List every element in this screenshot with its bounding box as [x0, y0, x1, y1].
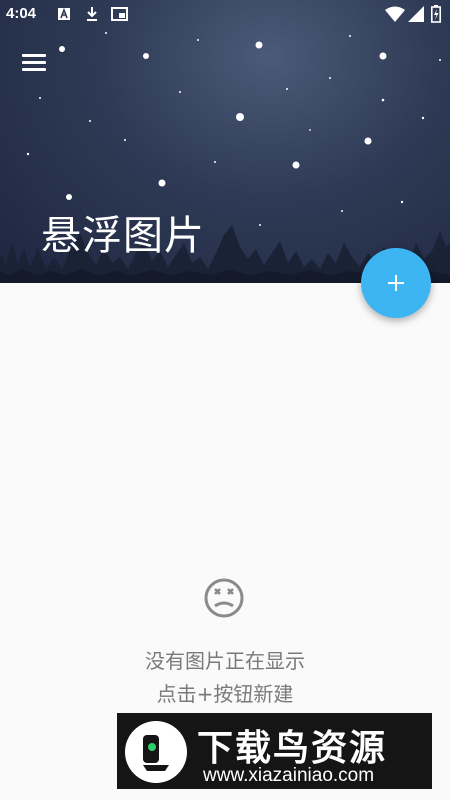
watermark-banner: 下载鸟资源 www.xiazainiao.com: [117, 713, 432, 789]
bird-logo-icon: [125, 721, 187, 783]
status-time: 4:04: [6, 5, 37, 22]
empty-message-line2: 点击+按钮新建: [156, 682, 294, 706]
picture-in-picture-icon: [111, 7, 128, 21]
page-title: 悬浮图片: [41, 213, 205, 259]
watermark-title: 下载鸟资源: [197, 728, 388, 769]
battery-charging-icon: [431, 5, 441, 23]
watermark-url: www.xiazainiao.com: [203, 765, 375, 786]
download-icon: [87, 7, 97, 21]
empty-message-line1: 没有图片正在显示: [145, 649, 305, 673]
a-notification-icon: [58, 7, 70, 20]
signal-icon: [408, 6, 424, 22]
add-button[interactable]: [361, 248, 431, 318]
wifi-icon: [385, 6, 405, 22]
hamburger-menu-icon[interactable]: [22, 54, 48, 76]
sad-face-icon: [204, 578, 244, 618]
status-bar: 4:04: [0, 0, 450, 30]
